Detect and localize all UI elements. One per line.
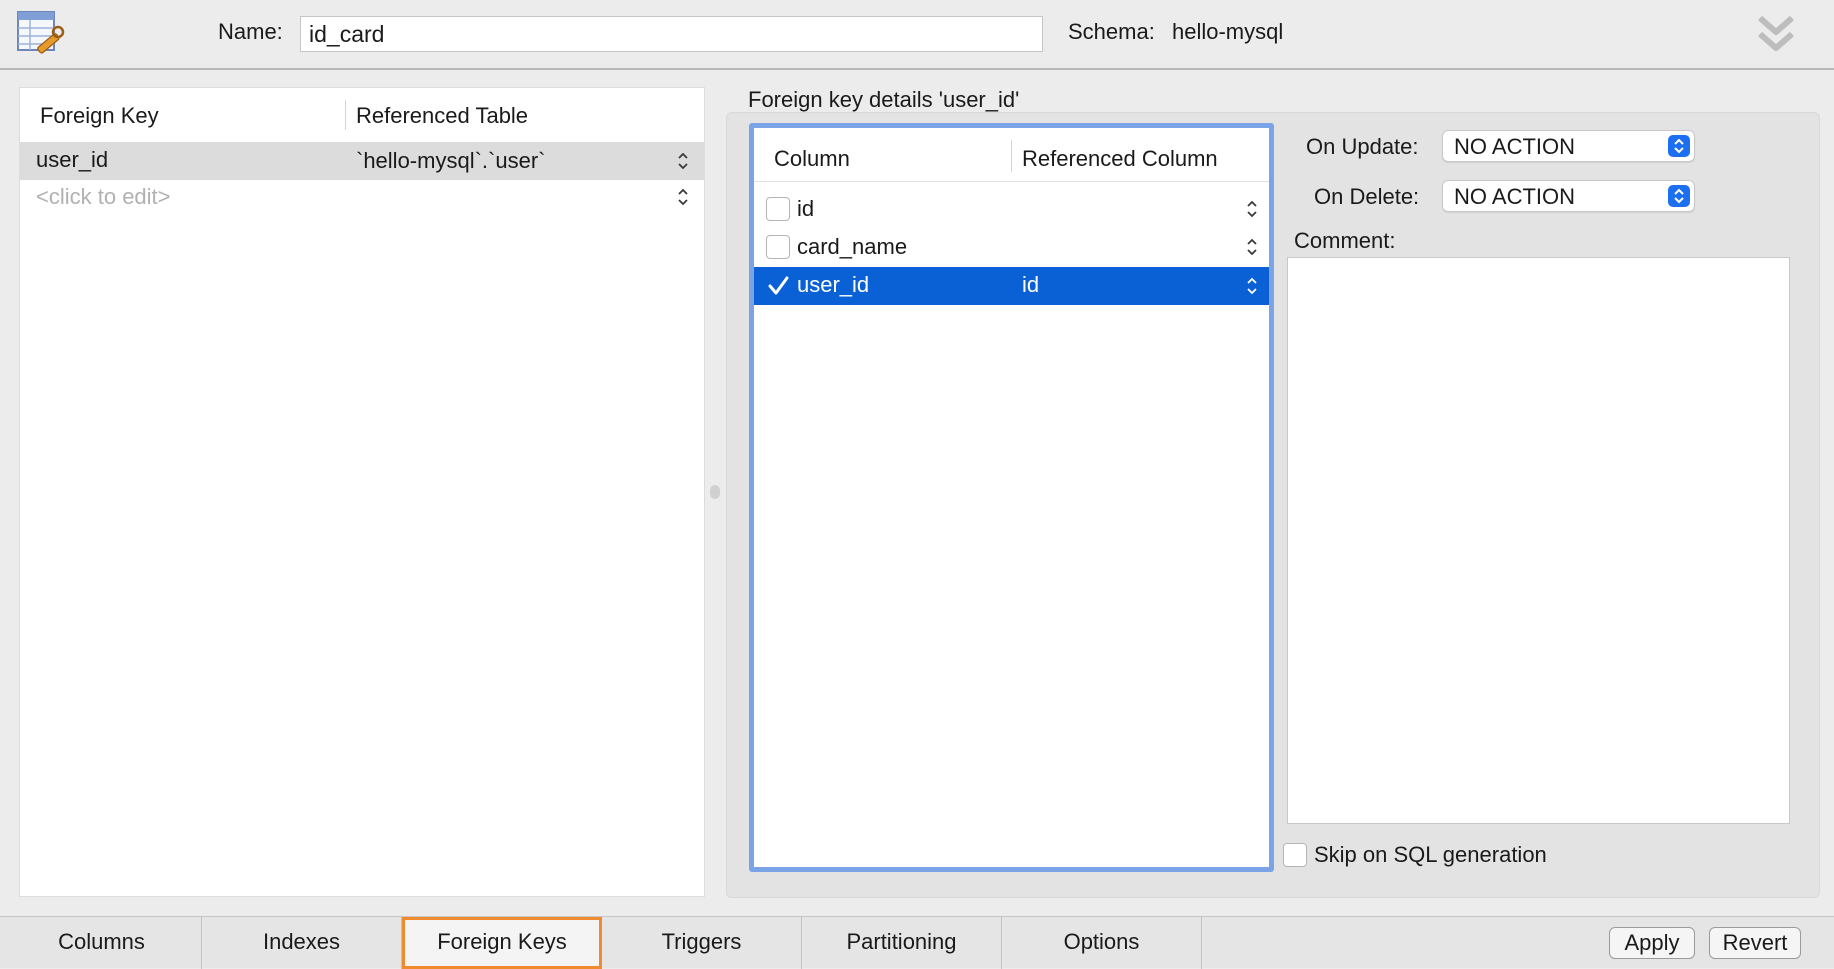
on-update-select[interactable]: NO ACTION [1442, 130, 1695, 162]
tab-foreign-keys[interactable]: Foreign Keys [402, 917, 602, 969]
checkmark-icon[interactable] [766, 274, 790, 298]
header-referenced-column[interactable]: Referenced Column [1022, 146, 1218, 172]
comment-textarea[interactable] [1287, 257, 1790, 824]
referenced-column-value: id [1022, 272, 1040, 297]
collapse-chevron-icon[interactable] [1756, 12, 1796, 56]
name-label: Name: [218, 19, 283, 44]
header-divider [754, 181, 1269, 182]
column-divider[interactable] [1011, 140, 1012, 172]
table-row[interactable]: user_id `hello-mysql`.`user` [20, 142, 704, 180]
column-divider[interactable] [345, 100, 346, 130]
column-checkbox[interactable] [766, 197, 790, 221]
click-to-edit-placeholder: <click to edit> [36, 184, 171, 209]
tab-triggers[interactable]: Triggers [602, 917, 802, 969]
stepper-icon[interactable] [1245, 275, 1259, 297]
on-delete-select[interactable]: NO ACTION [1442, 180, 1695, 212]
table-editor-icon [17, 11, 65, 54]
table-row[interactable]: id [754, 190, 1269, 228]
tab-options[interactable]: Options [1002, 917, 1202, 969]
column-mapping-table[interactable]: Column Referenced Column id card_name us… [749, 123, 1274, 872]
list-item[interactable]: <click to edit> [20, 180, 704, 218]
column-name: card_name [797, 234, 908, 259]
header-foreign-key[interactable]: Foreign Key [40, 103, 159, 129]
splitter-handle[interactable] [710, 485, 720, 499]
schema-label: Schema: [1068, 19, 1155, 44]
on-delete-value: NO ACTION [1454, 184, 1576, 209]
tab-indexes[interactable]: Indexes [202, 917, 402, 969]
foreign-key-list: Foreign Key Referenced Table user_id `he… [19, 87, 705, 897]
fk-name: user_id [36, 147, 109, 172]
tab-columns[interactable]: Columns [2, 917, 202, 969]
header-column[interactable]: Column [774, 146, 850, 172]
on-update-value: NO ACTION [1454, 134, 1576, 159]
stepper-icon[interactable] [1245, 198, 1259, 220]
table-row[interactable]: user_id id [754, 267, 1269, 305]
revert-button[interactable]: Revert [1709, 927, 1801, 959]
stepper-icon[interactable] [1245, 236, 1259, 258]
column-name: id [797, 196, 815, 221]
editor-header: Name: Schema: hello-mysql [0, 0, 1834, 70]
column-checkbox[interactable] [766, 235, 790, 259]
referenced-table-value: `hello-mysql`.`user` [356, 148, 546, 173]
stepper-icon[interactable] [676, 186, 690, 208]
column-name: user_id [797, 272, 870, 297]
skip-sql-label[interactable]: Skip on SQL generation [1314, 842, 1547, 868]
table-row[interactable]: card_name [754, 228, 1269, 266]
schema-value: hello-mysql [1172, 19, 1284, 44]
comment-label: Comment: [1294, 228, 1396, 253]
on-delete-label: On Delete: [1314, 184, 1420, 209]
editor-tab-bar: Columns Indexes Foreign Keys Triggers Pa… [0, 916, 1834, 969]
table-name-input[interactable] [300, 16, 1043, 52]
apply-button[interactable]: Apply [1609, 927, 1695, 959]
stepper-icon[interactable] [676, 150, 690, 172]
skip-sql-checkbox[interactable] [1283, 843, 1307, 867]
tab-partitioning[interactable]: Partitioning [802, 917, 1002, 969]
dropdown-icon [1668, 185, 1690, 207]
header-referenced-table[interactable]: Referenced Table [356, 103, 528, 129]
details-title: Foreign key details 'user_id' [748, 87, 1020, 112]
dropdown-icon [1668, 135, 1690, 157]
on-update-label: On Update: [1306, 134, 1419, 159]
